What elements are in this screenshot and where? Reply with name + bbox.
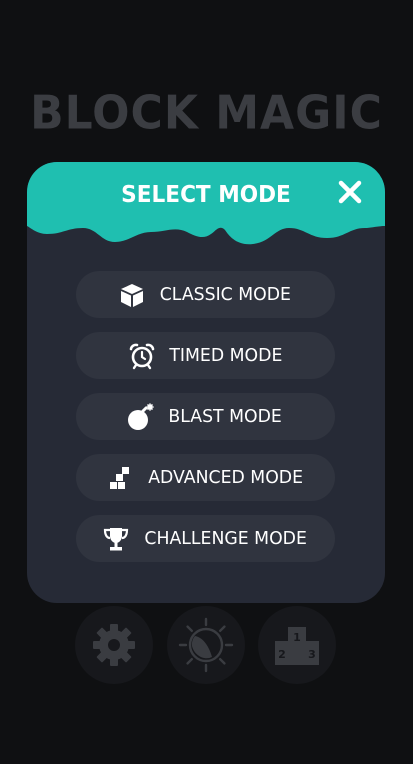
classic-mode-label: CLASSIC MODE	[159, 284, 292, 305]
dialog-header: SELECT MODE	[27, 162, 385, 262]
settings-button[interactable]	[75, 606, 153, 684]
blast-mode-button[interactable]: BLAST MODE	[76, 393, 335, 440]
podium-third-label: 3	[308, 648, 316, 661]
advanced-mode-button[interactable]: ADVANCED MODE	[76, 454, 335, 501]
header-drip-background	[27, 162, 385, 245]
advanced-mode-label: ADVANCED MODE	[148, 467, 303, 488]
gear-icon	[93, 624, 135, 666]
dialog-title: SELECT MODE	[121, 182, 291, 208]
podium-first-label: 1	[293, 631, 301, 644]
theme-sun-moon-icon	[178, 617, 234, 673]
close-button[interactable]	[337, 179, 363, 205]
challenge-mode-label: CHALLENGE MODE	[144, 528, 307, 549]
timed-mode-label: TIMED MODE	[168, 345, 283, 366]
bomb-icon	[126, 402, 156, 432]
timed-mode-button[interactable]: TIMED MODE	[76, 332, 335, 379]
cube-icon	[117, 280, 147, 310]
blocks-icon	[105, 463, 135, 493]
alarm-clock-icon	[127, 341, 157, 371]
theme-toggle-button[interactable]	[167, 606, 245, 684]
podium-second-label: 2	[278, 648, 286, 661]
blast-mode-label: BLAST MODE	[168, 406, 283, 427]
trophy-icon	[101, 524, 131, 554]
close-icon	[338, 180, 362, 204]
podium-icon: 1 2 3	[275, 627, 319, 665]
classic-mode-button[interactable]: CLASSIC MODE	[76, 271, 335, 318]
game-logo: BLOCK MAGIC	[30, 86, 383, 141]
challenge-mode-button[interactable]: CHALLENGE MODE	[76, 515, 335, 562]
leaderboard-button[interactable]: 1 2 3	[258, 606, 336, 684]
select-mode-dialog: SELECT MODE CLASSIC MODE TIMED MODE BLAS…	[27, 162, 385, 603]
